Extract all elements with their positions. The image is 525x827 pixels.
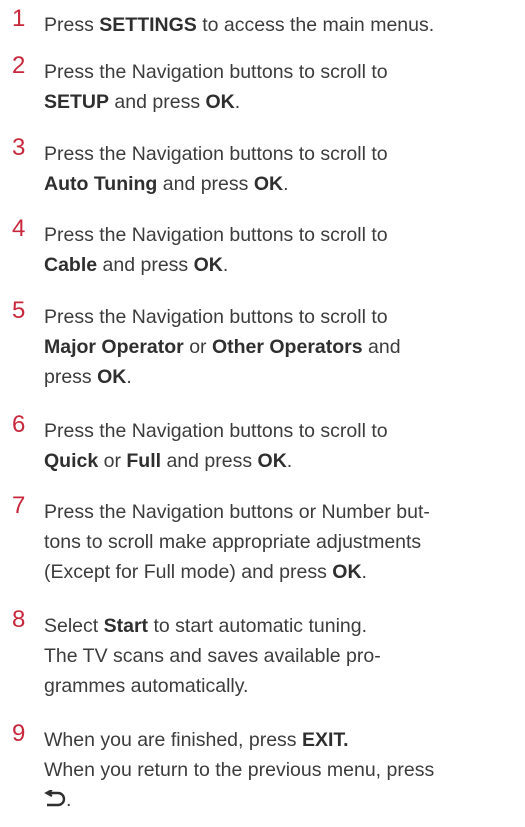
bold-term: OK: [257, 450, 287, 472]
step-line: Select Start to start automatic tuning.: [44, 611, 522, 641]
bold-term: Major Operator: [44, 336, 184, 358]
bold-term: SETTINGS: [99, 14, 197, 36]
step-line: press OK.: [44, 362, 522, 392]
step-line: Major Operator or Other Operators and: [44, 332, 522, 362]
step-number: 6: [12, 411, 26, 438]
text-segment: When you return to the previous menu, pr…: [44, 759, 435, 781]
step-line: Auto Tuning and press OK.: [44, 169, 522, 199]
text-segment: Press: [44, 14, 100, 36]
text-segment: Press the Navigation buttons to scroll t…: [44, 420, 388, 442]
step-number: 2: [12, 52, 26, 79]
bold-term: SETUP: [44, 91, 110, 113]
step-number: 7: [12, 492, 26, 519]
text-segment: Press the Navigation buttons to scroll t…: [44, 143, 388, 165]
text-segment: or: [183, 336, 212, 358]
step-line: The TV scans and saves available pro-: [44, 641, 522, 671]
text-segment: to start automatic tuning.: [148, 615, 368, 637]
bold-term: Quick: [44, 450, 99, 472]
step-number: 3: [12, 134, 26, 161]
step-line: tons to scroll make appropriate adjustme…: [44, 527, 522, 557]
bold-term: OK: [332, 561, 362, 583]
step-text: Press the Navigation buttons or Number b…: [44, 497, 522, 587]
return-icon: [44, 789, 66, 819]
step-number: 9: [12, 720, 26, 747]
step-line: Press the Navigation buttons to scroll t…: [44, 416, 522, 446]
text-segment: Press the Navigation buttons to scroll t…: [44, 306, 388, 328]
bold-term: Auto Tuning: [44, 173, 158, 195]
bold-term: OK: [253, 173, 284, 195]
step-line: Press the Navigation buttons or Number b…: [44, 497, 522, 527]
step-line: When you return to the previous menu, pr…: [44, 755, 522, 785]
step-line: Press SETTINGS to access the main menus.: [44, 10, 522, 40]
text-segment: tons to scroll make appropriate adjustme…: [44, 531, 422, 553]
text-segment: and press: [109, 91, 206, 113]
step-line: Press the Navigation buttons to scroll t…: [44, 57, 522, 87]
text-segment: .: [361, 561, 367, 583]
text-segment: Press the Navigation buttons to scroll t…: [44, 61, 388, 83]
text-segment: and: [362, 336, 401, 358]
text-segment: The TV scans and saves available pro-: [44, 645, 381, 667]
step-text: When you are finished, press EXIT. When y…: [44, 725, 522, 819]
text-segment: Press the Navigation buttons to scroll t…: [44, 224, 388, 246]
step-number: 5: [12, 297, 26, 324]
text-segment: .: [126, 366, 132, 388]
step-line: Press the Navigation buttons to scroll t…: [44, 220, 522, 250]
text-segment: (Except for Full mode) and press: [44, 561, 333, 583]
bold-term: Cable: [44, 254, 98, 276]
step-line: SETUP and press OK.: [44, 87, 522, 117]
bold-term: Other Operators: [211, 336, 363, 358]
text-segment: .: [283, 173, 289, 195]
text-segment: and press: [161, 450, 258, 472]
step-text: Press the Navigation buttons to scroll t…: [44, 57, 522, 117]
step-text: Press the Navigation buttons to scroll t…: [44, 302, 522, 392]
bold-term: OK: [97, 366, 127, 388]
step-text: Press the Navigation buttons to scroll t…: [44, 139, 522, 199]
text-segment: to access the main menus.: [196, 14, 435, 36]
bold-term: OK: [193, 254, 223, 276]
step-number: 8: [12, 606, 26, 633]
step-line: grammes automatically.: [44, 671, 522, 701]
instruction-steps: 1 Press SETTINGS to access the main menu…: [0, 0, 525, 827]
step-line: (Except for Full mode) and press OK.: [44, 557, 522, 587]
step-text: Select Start to start automatic tuning. T…: [44, 611, 522, 701]
text-segment: .: [66, 789, 72, 811]
text-segment: and press: [157, 173, 254, 195]
text-segment: press: [44, 366, 98, 388]
step-line: .: [44, 785, 522, 819]
bold-term: OK: [205, 91, 235, 113]
bold-term: EXIT.: [301, 729, 349, 751]
text-segment: grammes automatically.: [44, 675, 249, 697]
text-segment: .: [222, 254, 229, 276]
bold-term: Full: [126, 450, 162, 472]
step-line: Quick or Full and press OK.: [44, 446, 522, 476]
bold-term: Start: [103, 615, 149, 637]
step-text: Press the Navigation buttons to scroll t…: [44, 220, 522, 280]
text-segment: .: [234, 91, 241, 113]
text-segment: Select: [44, 615, 104, 637]
step-line: Press the Navigation buttons to scroll t…: [44, 302, 522, 332]
step-number: 4: [12, 215, 26, 242]
text-segment: and press: [97, 254, 194, 276]
text-segment: .: [286, 450, 293, 472]
step-line: Press the Navigation buttons to scroll t…: [44, 139, 522, 169]
text-segment: Press the Navigation buttons or Number b…: [44, 501, 430, 523]
step-number: 1: [12, 5, 26, 32]
text-segment: or: [98, 450, 127, 472]
step-line: When you are finished, press EXIT.: [44, 725, 522, 755]
text-segment: When you are finished, press: [44, 729, 302, 751]
step-text: Press the Navigation buttons to scroll t…: [44, 416, 522, 476]
step-line: Cable and press OK.: [44, 250, 522, 280]
step-text: Press SETTINGS to access the main menus.: [44, 10, 522, 40]
